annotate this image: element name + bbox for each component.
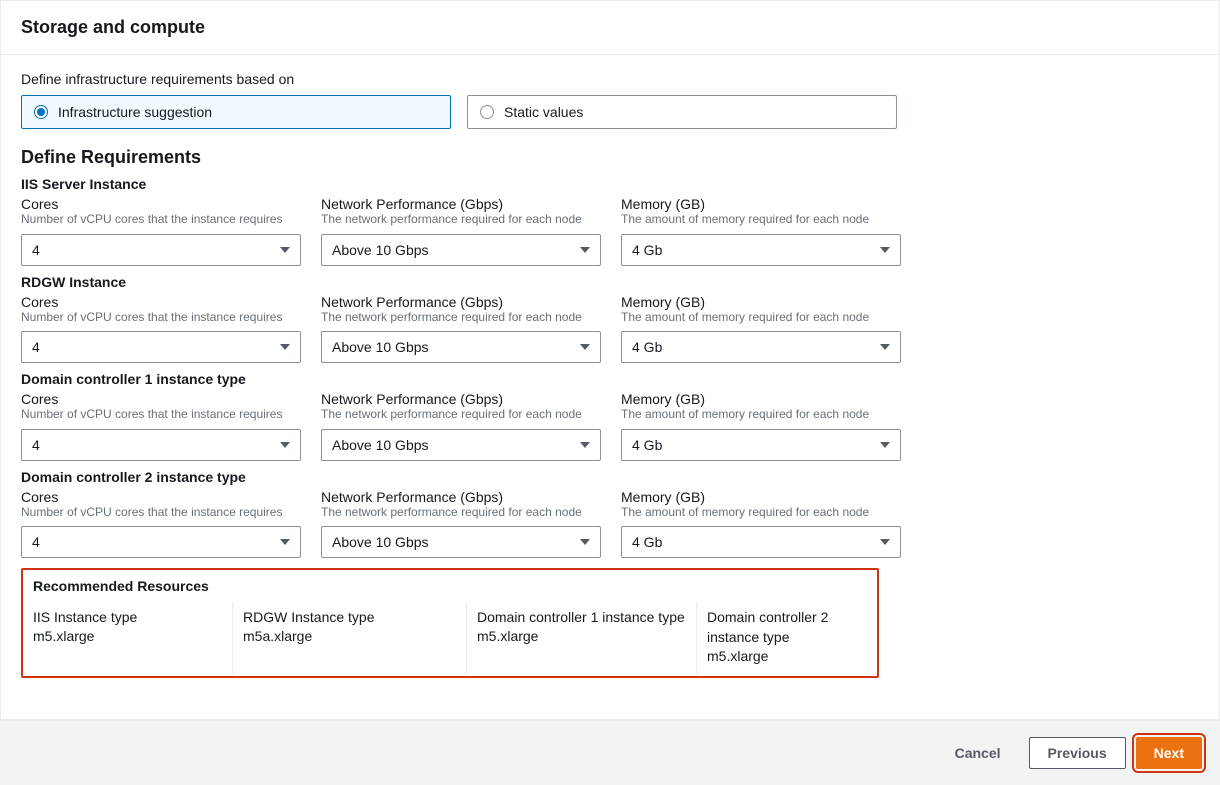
recommended-col: RDGW Instance typem5a.xlarge (233, 602, 467, 675)
group-title: Domain controller 1 instance type (21, 371, 1199, 387)
chevron-down-icon (580, 442, 590, 448)
network-select[interactable]: Above 10 Gbps (321, 429, 601, 461)
cores-hint: Number of vCPU cores that the instance r… (21, 310, 301, 326)
chevron-down-icon (580, 344, 590, 350)
recommended-resources: Recommended Resources IIS Instance typem… (21, 568, 879, 677)
recommended-label: RDGW Instance type (243, 608, 456, 628)
cores-label: Cores (21, 196, 301, 212)
select-value: 4 Gb (632, 242, 662, 258)
select-value: 4 (32, 339, 40, 355)
select-value: Above 10 Gbps (332, 437, 429, 453)
chevron-down-icon (880, 539, 890, 545)
select-value: 4 Gb (632, 534, 662, 550)
cores-select[interactable]: 4 (21, 429, 301, 461)
radio-label: Infrastructure suggestion (58, 104, 212, 120)
select-value: Above 10 Gbps (332, 534, 429, 550)
chevron-down-icon (880, 247, 890, 253)
radio-icon (34, 105, 48, 119)
chevron-down-icon (880, 344, 890, 350)
select-value: Above 10 Gbps (332, 339, 429, 355)
network-hint: The network performance required for eac… (321, 310, 601, 326)
cores-label: Cores (21, 391, 301, 407)
cores-hint: Number of vCPU cores that the instance r… (21, 505, 301, 521)
chevron-down-icon (580, 247, 590, 253)
network-hint: The network performance required for eac… (321, 505, 601, 521)
memory-label: Memory (GB) (621, 391, 901, 407)
network-select[interactable]: Above 10 Gbps (321, 331, 601, 363)
memory-hint: The amount of memory required for each n… (621, 505, 901, 521)
memory-select[interactable]: 4 Gb (621, 234, 901, 266)
panel-header: Storage and compute (1, 1, 1219, 55)
network-hint: The network performance required for eac… (321, 407, 601, 423)
select-value: 4 (32, 437, 40, 453)
select-value: 4 Gb (632, 339, 662, 355)
recommended-title: Recommended Resources (23, 570, 877, 602)
recommended-label: Domain controller 1 instance type (477, 608, 686, 628)
network-label: Network Performance (Gbps) (321, 391, 601, 407)
select-value: Above 10 Gbps (332, 242, 429, 258)
memory-select[interactable]: 4 Gb (621, 331, 901, 363)
memory-select[interactable]: 4 Gb (621, 526, 901, 558)
recommended-col: Domain controller 1 instance typem5.xlar… (467, 602, 697, 675)
cancel-button[interactable]: Cancel (937, 737, 1019, 769)
chevron-down-icon (580, 539, 590, 545)
cores-select[interactable]: 4 (21, 234, 301, 266)
recommended-value: m5a.xlarge (243, 628, 456, 644)
cores-label: Cores (21, 489, 301, 505)
network-select[interactable]: Above 10 Gbps (321, 234, 601, 266)
network-select[interactable]: Above 10 Gbps (321, 526, 601, 558)
previous-button[interactable]: Previous (1029, 737, 1126, 769)
intro-text: Define infrastructure requirements based… (21, 71, 1199, 87)
network-label: Network Performance (Gbps) (321, 196, 601, 212)
select-value: 4 (32, 534, 40, 550)
memory-select[interactable]: 4 Gb (621, 429, 901, 461)
group-title: IIS Server Instance (21, 176, 1199, 192)
recommended-value: m5.xlarge (33, 628, 222, 644)
radio-icon (480, 105, 494, 119)
page-title: Storage and compute (21, 17, 1199, 38)
recommended-label: IIS Instance type (33, 608, 222, 628)
network-label: Network Performance (Gbps) (321, 489, 601, 505)
chevron-down-icon (280, 247, 290, 253)
recommended-value: m5.xlarge (477, 628, 686, 644)
recommended-col: IIS Instance typem5.xlarge (23, 602, 233, 675)
radio-label: Static values (504, 104, 583, 120)
radio-static-values[interactable]: Static values (467, 95, 897, 129)
recommended-label: Domain controller 2 instance type (707, 608, 867, 647)
chevron-down-icon (280, 344, 290, 350)
cores-select[interactable]: 4 (21, 526, 301, 558)
select-value: 4 Gb (632, 437, 662, 453)
memory-hint: The amount of memory required for each n… (621, 310, 901, 326)
cores-hint: Number of vCPU cores that the instance r… (21, 212, 301, 228)
cores-label: Cores (21, 294, 301, 310)
chevron-down-icon (280, 539, 290, 545)
memory-label: Memory (GB) (621, 294, 901, 310)
section-title: Define Requirements (21, 147, 1199, 168)
cores-select[interactable]: 4 (21, 331, 301, 363)
memory-label: Memory (GB) (621, 196, 901, 212)
network-hint: The network performance required for eac… (321, 212, 601, 228)
radio-group: Infrastructure suggestion Static values (21, 95, 1199, 129)
group-title: Domain controller 2 instance type (21, 469, 1199, 485)
chevron-down-icon (280, 442, 290, 448)
group-title: RDGW Instance (21, 274, 1199, 290)
radio-infrastructure-suggestion[interactable]: Infrastructure suggestion (21, 95, 451, 129)
network-label: Network Performance (Gbps) (321, 294, 601, 310)
recommended-value: m5.xlarge (707, 648, 867, 664)
memory-hint: The amount of memory required for each n… (621, 212, 901, 228)
cores-hint: Number of vCPU cores that the instance r… (21, 407, 301, 423)
next-button[interactable]: Next (1136, 737, 1202, 769)
wizard-footer: Cancel Previous Next (0, 720, 1220, 785)
select-value: 4 (32, 242, 40, 258)
chevron-down-icon (880, 442, 890, 448)
memory-label: Memory (GB) (621, 489, 901, 505)
recommended-col: Domain controller 2 instance typem5.xlar… (697, 602, 877, 675)
memory-hint: The amount of memory required for each n… (621, 407, 901, 423)
